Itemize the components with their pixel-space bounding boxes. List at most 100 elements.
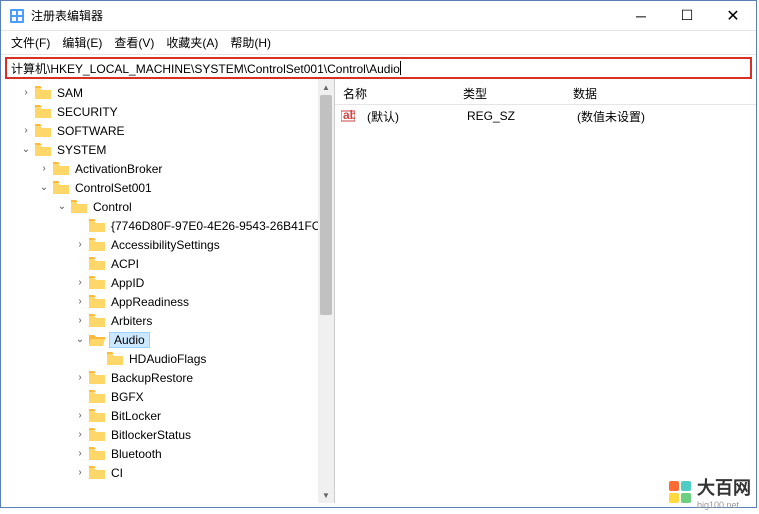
tree-label: BGFX	[109, 390, 146, 404]
menu-edit[interactable]: 编辑(E)	[60, 32, 104, 53]
tree-item-bgfx[interactable]: BGFX	[1, 387, 334, 406]
tree-label: Arbiters	[109, 314, 154, 328]
chevron-down-icon[interactable]: ⌄	[19, 143, 33, 157]
menubar: 文件(F) 编辑(E) 查看(V) 收藏夹(A) 帮助(H)	[1, 31, 756, 55]
chevron-right-icon[interactable]: ›	[73, 466, 87, 480]
window-title: 注册表编辑器	[31, 7, 618, 24]
folder-icon	[53, 181, 69, 194]
column-name[interactable]: 名称	[335, 83, 455, 104]
maximize-button[interactable]: ☐	[664, 1, 710, 30]
folder-icon	[89, 276, 105, 289]
folder-icon	[35, 105, 51, 118]
minimize-button[interactable]: ─	[618, 1, 664, 30]
tree-label: Control	[91, 200, 134, 214]
list-row[interactable]: ab (默认) REG_SZ (数值未设置)	[335, 107, 756, 125]
menu-help[interactable]: 帮助(H)	[228, 32, 273, 53]
chevron-right-icon[interactable]: ›	[73, 447, 87, 461]
tree-item-hdaudioflags[interactable]: HDAudioFlags	[1, 349, 334, 368]
titlebar: 注册表编辑器 ─ ☐ ✕	[1, 1, 756, 31]
tree-label: BackupRestore	[109, 371, 195, 385]
folder-icon	[89, 466, 105, 479]
tree-item-backuprestore[interactable]: › BackupRestore	[1, 368, 334, 387]
chevron-right-icon[interactable]: ›	[73, 238, 87, 252]
tree-item-acpi[interactable]: ACPI	[1, 254, 334, 273]
folder-icon	[89, 428, 105, 441]
folder-icon	[35, 124, 51, 137]
tree-scrollbar[interactable]: ▲ ▼	[318, 79, 334, 503]
menu-file[interactable]: 文件(F)	[9, 32, 52, 53]
menu-view[interactable]: 查看(V)	[112, 32, 156, 53]
tree-label: AppID	[109, 276, 146, 290]
expander-empty	[91, 352, 105, 366]
watermark-url: big100.net	[697, 500, 751, 510]
folder-icon	[35, 86, 51, 99]
text-cursor	[400, 61, 401, 75]
tree-item-sam[interactable]: › SAM	[1, 83, 334, 102]
scroll-up-icon[interactable]: ▲	[318, 79, 334, 95]
chevron-right-icon[interactable]: ›	[73, 428, 87, 442]
tree-item-controlset001[interactable]: ⌄ ControlSet001	[1, 178, 334, 197]
list-pane: 名称 类型 数据 ab (默认) REG_SZ (数值未设置)	[335, 79, 756, 503]
chevron-right-icon[interactable]: ›	[19, 86, 33, 100]
tree-item-control[interactable]: ⌄ Control	[1, 197, 334, 216]
tree-label: SYSTEM	[55, 143, 108, 157]
folder-icon	[89, 390, 105, 403]
tree-label: Audio	[109, 332, 150, 348]
chevron-right-icon[interactable]: ›	[19, 124, 33, 138]
chevron-down-icon[interactable]: ⌄	[73, 333, 87, 347]
value-data: (数值未设置)	[569, 108, 653, 125]
tree-label: SAM	[55, 86, 85, 100]
column-data[interactable]: 数据	[565, 83, 756, 104]
tree-item-activationbroker[interactable]: › ActivationBroker	[1, 159, 334, 178]
chevron-right-icon[interactable]: ›	[37, 162, 51, 176]
tree-pane: › SAM SECURITY › SOFTWARE ⌄	[1, 79, 335, 503]
tree-label: HDAudioFlags	[127, 352, 208, 366]
chevron-right-icon[interactable]: ›	[73, 371, 87, 385]
value-type: REG_SZ	[459, 109, 569, 123]
folder-icon	[71, 200, 87, 213]
folder-icon	[35, 143, 51, 156]
expander-empty	[19, 105, 33, 119]
tree-label: {7746D80F-97E0-4E26-9543-26B41FC	[109, 219, 322, 233]
address-bar[interactable]: 计算机\HKEY_LOCAL_MACHINE\SYSTEM\ControlSet…	[5, 57, 752, 79]
tree-item-arbiters[interactable]: › Arbiters	[1, 311, 334, 330]
tree-label: Bluetooth	[109, 447, 164, 461]
folder-open-icon	[89, 333, 105, 346]
tree-item-ci[interactable]: › CI	[1, 463, 334, 482]
watermark: 大百网 big100.net	[669, 474, 751, 510]
tree-label: SOFTWARE	[55, 124, 127, 138]
chevron-right-icon[interactable]: ›	[73, 295, 87, 309]
tree-item-guid[interactable]: {7746D80F-97E0-4E26-9543-26B41FC	[1, 216, 334, 235]
chevron-down-icon[interactable]: ⌄	[37, 181, 51, 195]
chevron-right-icon[interactable]: ›	[73, 276, 87, 290]
expander-empty	[73, 390, 87, 404]
folder-icon	[89, 447, 105, 460]
tree-item-bluetooth[interactable]: › Bluetooth	[1, 444, 334, 463]
tree-item-appreadiness[interactable]: › AppReadiness	[1, 292, 334, 311]
value-name: (默认)	[359, 108, 459, 125]
tree-item-bitlocker[interactable]: › BitLocker	[1, 406, 334, 425]
chevron-right-icon[interactable]: ›	[73, 314, 87, 328]
scroll-thumb[interactable]	[320, 95, 332, 315]
chevron-right-icon[interactable]: ›	[73, 409, 87, 423]
chevron-down-icon[interactable]: ⌄	[55, 200, 69, 214]
tree-item-security[interactable]: SECURITY	[1, 102, 334, 121]
column-type[interactable]: 类型	[455, 83, 565, 104]
tree-item-audio[interactable]: ⌄ Audio	[1, 330, 334, 349]
tree-item-accessibility[interactable]: › AccessibilitySettings	[1, 235, 334, 254]
regedit-icon	[9, 8, 25, 24]
tree-label: CI	[109, 466, 125, 480]
scroll-down-icon[interactable]: ▼	[318, 487, 334, 503]
expander-empty	[73, 257, 87, 271]
tree-item-appid[interactable]: › AppID	[1, 273, 334, 292]
folder-icon	[89, 371, 105, 384]
list-header: 名称 类型 数据	[335, 83, 756, 105]
expander-empty	[73, 219, 87, 233]
tree-label: BitLocker	[109, 409, 163, 423]
folder-icon	[89, 295, 105, 308]
tree-item-software[interactable]: › SOFTWARE	[1, 121, 334, 140]
tree-item-bitlockerstatus[interactable]: › BitlockerStatus	[1, 425, 334, 444]
menu-favorites[interactable]: 收藏夹(A)	[164, 32, 220, 53]
close-button[interactable]: ✕	[710, 1, 756, 30]
tree-item-system[interactable]: ⌄ SYSTEM	[1, 140, 334, 159]
